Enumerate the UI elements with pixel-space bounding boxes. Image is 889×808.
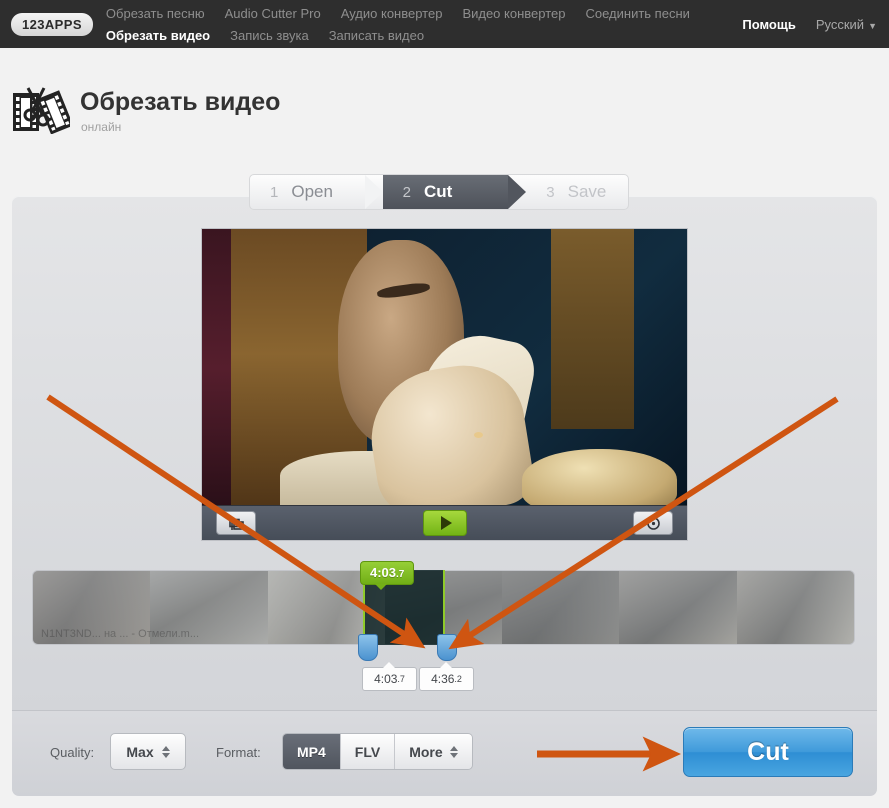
- format-option-more-label: More: [409, 743, 443, 760]
- wizard-step-cut-number: 2: [402, 183, 411, 201]
- page-subtitle: онлайн: [81, 120, 122, 134]
- filmstrip-thumbnail: [736, 571, 854, 644]
- range-handle-right[interactable]: [437, 634, 457, 661]
- wizard-step-cut[interactable]: 2 Cut: [364, 175, 526, 209]
- nav-links: Обрезать песню Audio Cutter Pro Аудио ко…: [106, 0, 710, 48]
- step-wizard: 1 Open 2 Cut 3 Save: [249, 174, 629, 210]
- start-time-input[interactable]: 4:03.7: [362, 662, 417, 691]
- filmstrip-thumbnail: [502, 571, 620, 644]
- wizard-step-open-label: Open: [291, 182, 333, 201]
- time-range-fields: 4:03.7 4:36.2: [362, 662, 474, 691]
- start-time-fraction: .7: [397, 674, 405, 684]
- end-time-input[interactable]: 4:36.2: [419, 662, 474, 691]
- format-option-flv[interactable]: FLV: [340, 734, 396, 769]
- cut-button-label: Cut: [747, 737, 789, 766]
- format-option-mp4-label: MP4: [297, 743, 326, 760]
- nav-row-primary: Обрезать песню Audio Cutter Pro Аудио ко…: [106, 2, 710, 24]
- nav-link-voice-recorder[interactable]: Запись звука: [230, 28, 309, 43]
- tooltip-time-fraction: .7: [396, 569, 405, 580]
- filmstrip-thumbnail: [619, 571, 737, 644]
- format-option-flv-label: FLV: [354, 743, 381, 760]
- nav-row-secondary: Обрезать видео Запись звука Записать вид…: [106, 24, 710, 46]
- video-preview[interactable]: [201, 228, 688, 541]
- nav-right-group: Помощь Русский ▼: [742, 0, 877, 48]
- play-button[interactable]: [422, 510, 467, 536]
- language-selector[interactable]: Русский ▼: [816, 17, 877, 32]
- wizard-step-cut-label: Cut: [423, 182, 453, 201]
- end-time-fraction: .2: [454, 674, 462, 684]
- format-label: Format:: [216, 745, 261, 760]
- settings-circle-icon[interactable]: [633, 511, 673, 535]
- end-time-value: 4:36: [431, 672, 455, 686]
- chevron-down-icon: ▼: [868, 20, 877, 31]
- film-scissors-icon: [12, 82, 74, 135]
- page-header: Обрезать видео онлайн: [0, 48, 889, 172]
- playhead-time-tooltip: 4:03.7: [360, 561, 415, 590]
- stepper-arrows-icon: [449, 745, 458, 758]
- nav-link-video-recorder[interactable]: Записать видео: [329, 28, 424, 43]
- crop-frame-icon[interactable]: [216, 511, 256, 535]
- start-time-value: 4:03: [374, 672, 398, 686]
- cut-button[interactable]: Cut: [683, 727, 853, 777]
- wizard-step-open-number: 1: [270, 183, 279, 201]
- wizard-step-save-number: 3: [546, 183, 555, 201]
- page-title: Обрезать видео: [80, 88, 281, 116]
- top-navigation-bar: 123APPS Обрезать песню Audio Cutter Pro …: [0, 0, 889, 48]
- format-option-more[interactable]: More: [395, 734, 472, 769]
- nav-link-audio-joiner[interactable]: Соединить песни: [585, 6, 689, 21]
- tooltip-time: 4:03: [370, 565, 397, 580]
- format-option-mp4[interactable]: MP4: [283, 734, 341, 769]
- language-label: Русский: [815, 16, 865, 32]
- quality-label: Quality:: [50, 745, 95, 760]
- range-handle-left[interactable]: [358, 634, 378, 661]
- help-link[interactable]: Помощь: [742, 17, 795, 32]
- quality-select[interactable]: Max: [110, 733, 186, 770]
- video-watermark-text: N1NT3ND... на ... - Отмели.m...: [41, 628, 200, 640]
- nav-link-audio-converter[interactable]: Аудио конвертер: [341, 6, 443, 21]
- wizard-step-open[interactable]: 1 Open: [250, 175, 384, 209]
- video-frame-image: [202, 229, 687, 507]
- format-toggle-group: MP4 FLV More: [282, 733, 473, 770]
- stepper-arrows-icon: [161, 745, 170, 758]
- quality-value: Max: [126, 743, 154, 760]
- wizard-step-save-label: Save: [567, 182, 607, 201]
- brand-logo[interactable]: 123APPS: [11, 12, 93, 36]
- play-icon: [440, 516, 452, 530]
- nav-link-video-cutter[interactable]: Обрезать видео: [106, 28, 210, 43]
- nav-link-audio-cutter[interactable]: Обрезать песню: [106, 6, 205, 21]
- nav-link-audio-cutter-pro[interactable]: Audio Cutter Pro: [225, 6, 321, 21]
- player-control-bar: [202, 505, 687, 540]
- nav-link-video-converter[interactable]: Видео конвертер: [462, 6, 565, 21]
